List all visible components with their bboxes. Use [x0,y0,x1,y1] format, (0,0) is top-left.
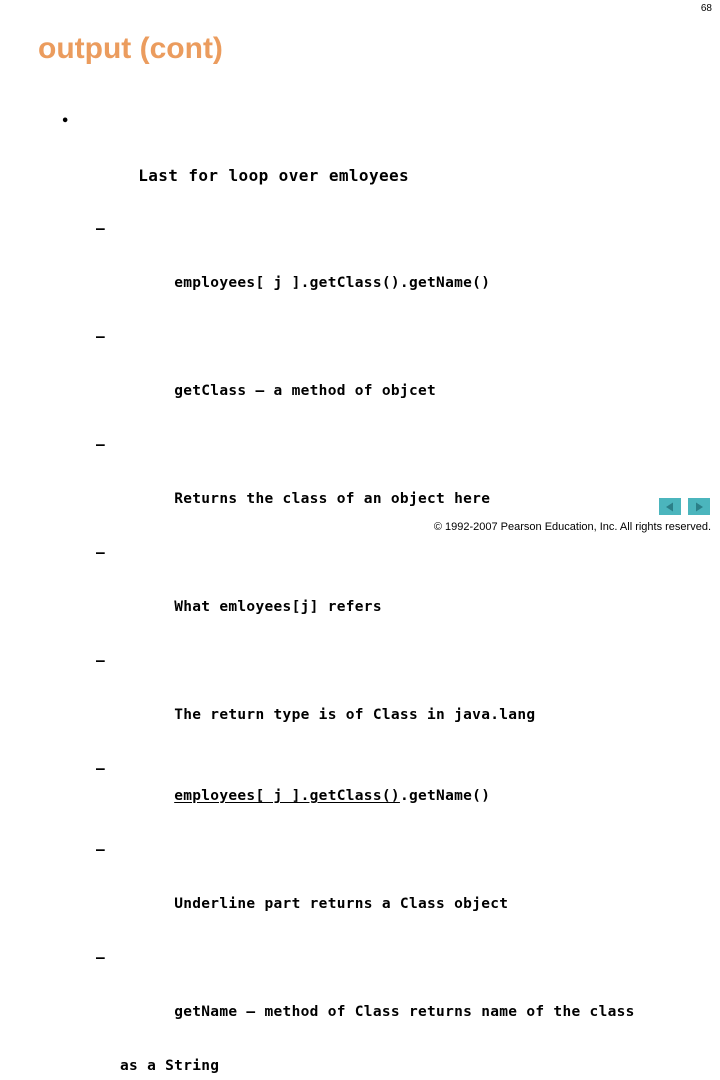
previous-slide-button[interactable] [659,498,681,515]
list-item: – What emloyees[j] refers [0,540,720,648]
list-item-underlined: – employees[ j ].getClass().getName() [0,756,720,837]
page-number: 68 [700,3,712,14]
bullet-dash-icon: – [96,842,106,858]
list-item: – Underline part returns a Class object [0,837,720,945]
bullet-dash-icon: – [96,950,106,966]
bullet-dash-icon: – [96,437,106,453]
list-item: • Last for loop over emloyees [0,108,720,216]
list-item: – getName – method of Class returns name… [0,945,720,1080]
slide-navigation [659,498,710,515]
list-item-text: getName – method of Class returns name o… [174,1004,635,1020]
triangle-right-icon [696,502,703,511]
list-item-text-plain: .getName() [399,788,491,804]
slide-body: • Last for loop over emloyees – employee… [0,108,720,1080]
slide-canvas: 68 output (cont) • Last for loop over em… [0,0,720,1074]
next-slide-button[interactable] [688,498,710,515]
list-item-text: Last for loop over emloyees [138,166,410,185]
list-item: – getClass – a method of objcet [0,324,720,432]
list-item-text: getClass – a method of objcet [174,383,437,399]
bullet-dot-icon: • [61,114,70,129]
triangle-left-icon [666,502,673,511]
list-item-text: Underline part returns a Class object [174,896,509,912]
bullet-dash-icon: – [96,329,106,345]
bullet-dash-icon: – [96,221,106,237]
list-item-text: The return type is of Class in java.lang [174,707,536,723]
list-item: – employees[ j ].getClass().getName() [0,216,720,324]
list-item-text: What emloyees[j] refers [174,599,382,615]
copyright-notice: © 1992-2007 Pearson Education, Inc. All … [433,521,711,533]
bullet-dash-icon: – [96,545,106,561]
list-item-text-continuation: as a String [120,1058,220,1074]
bullet-dash-icon: – [96,761,106,777]
list-item-text: Returns the class of an object here [174,491,491,507]
list-item-text: employees[ j ].getClass().getName() [174,275,491,291]
bullet-dash-icon: – [96,653,106,669]
list-item: – The return type is of Class in java.la… [0,648,720,756]
list-item-text-underlined: employees[ j ].getClass() [174,788,400,804]
page-title: output (cont) [38,32,223,65]
